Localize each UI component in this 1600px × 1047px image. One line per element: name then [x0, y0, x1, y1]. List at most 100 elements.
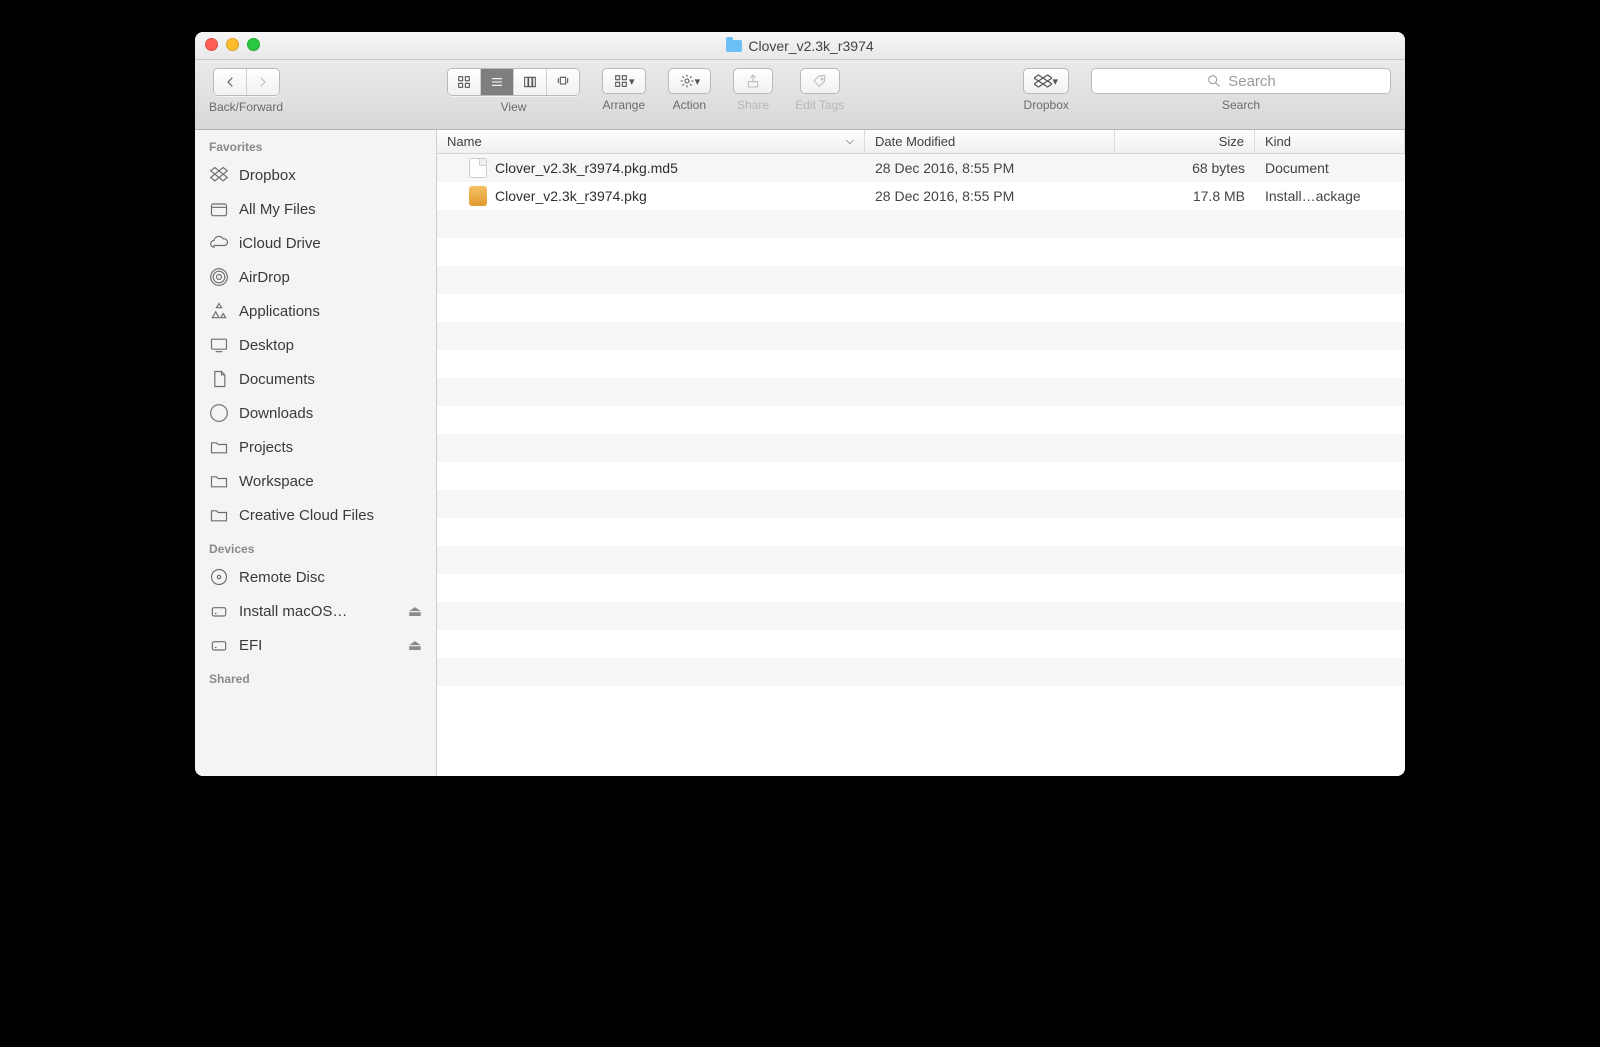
empty-row: [437, 378, 1405, 406]
sidebar-item-label: Workspace: [239, 473, 314, 490]
sidebar-item-all-my-files[interactable]: All My Files: [195, 192, 436, 226]
icloud-icon: [209, 233, 229, 253]
tags-group: Edit Tags: [795, 68, 844, 112]
empty-row: [437, 686, 1405, 714]
search-placeholder: Search: [1228, 73, 1276, 90]
tags-button[interactable]: [800, 68, 840, 94]
empty-row: [437, 630, 1405, 658]
folder-icon: [726, 40, 742, 52]
empty-row: [437, 406, 1405, 434]
sidebar-item-creative-cloud-files[interactable]: Creative Cloud Files: [195, 498, 436, 532]
arrange-group: ▾ Arrange: [602, 68, 646, 112]
sidebar-item-workspace[interactable]: Workspace: [195, 464, 436, 498]
sidebar-item-label: EFI: [239, 637, 262, 654]
empty-row: [437, 658, 1405, 686]
share-label: Share: [737, 98, 769, 112]
empty-row: [437, 546, 1405, 574]
view-icons-button[interactable]: [448, 69, 481, 95]
column-date[interactable]: Date Modified: [865, 130, 1115, 153]
sidebar-item-projects[interactable]: Projects: [195, 430, 436, 464]
drive-icon: [209, 601, 229, 621]
doc-file-icon: [469, 158, 487, 178]
downloads-icon: [209, 403, 229, 423]
window-controls: [205, 38, 260, 51]
empty-row: [437, 350, 1405, 378]
file-date-cell: 28 Dec 2016, 8:55 PM: [865, 160, 1115, 176]
column-name[interactable]: Name ⌵: [437, 130, 865, 153]
empty-row: [437, 210, 1405, 238]
folder-icon: [209, 505, 229, 525]
search-group: Search Search: [1091, 68, 1391, 112]
window-title: Clover_v2.3k_r3974: [726, 38, 873, 54]
view-coverflow-button[interactable]: [547, 69, 579, 95]
titlebar[interactable]: Clover_v2.3k_r3974: [195, 32, 1405, 60]
forward-button[interactable]: [247, 69, 279, 95]
sidebar-item-airdrop[interactable]: AirDrop: [195, 260, 436, 294]
sidebar-item-label: Creative Cloud Files: [239, 507, 374, 524]
chevron-down-icon: ▾: [695, 75, 701, 88]
file-kind-cell: Document: [1255, 160, 1405, 176]
content-area: Favorites Dropbox All My Files iCloud Driv…: [195, 130, 1405, 776]
sidebar-item-label: Desktop: [239, 337, 294, 354]
empty-row: [437, 602, 1405, 630]
file-row[interactable]: Clover_v2.3k_r3974.pkg.md528 Dec 2016, 8…: [437, 154, 1405, 182]
search-icon: [1206, 73, 1222, 89]
empty-row: [437, 294, 1405, 322]
dropbox-icon: [209, 165, 229, 185]
dropbox-label: Dropbox: [1024, 98, 1069, 112]
view-list-button[interactable]: [481, 69, 514, 95]
maximize-button[interactable]: [247, 38, 260, 51]
sidebar-item-documents[interactable]: Documents: [195, 362, 436, 396]
file-kind-cell: Install…ackage: [1255, 188, 1405, 204]
empty-row: [437, 574, 1405, 602]
sidebar-item-label: Applications: [239, 303, 320, 320]
sort-indicator-icon: ⌵: [846, 135, 854, 148]
apps-icon: [209, 301, 229, 321]
chevron-down-icon: ▾: [629, 75, 635, 88]
file-row[interactable]: Clover_v2.3k_r3974.pkg28 Dec 2016, 8:55 …: [437, 182, 1405, 210]
view-group: View: [447, 68, 580, 114]
close-button[interactable]: [205, 38, 218, 51]
sidebar-item-desktop[interactable]: Desktop: [195, 328, 436, 362]
file-size-cell: 68 bytes: [1115, 160, 1255, 176]
sidebar-item-label: All My Files: [239, 201, 316, 218]
empty-row: [437, 322, 1405, 350]
toolbar: Back/Forward View: [195, 60, 1405, 130]
disc-icon: [209, 567, 229, 587]
file-name-cell: Clover_v2.3k_r3974.pkg: [437, 186, 865, 206]
sidebar-item-label: Documents: [239, 371, 315, 388]
sidebar-item-label: AirDrop: [239, 269, 290, 286]
search-input[interactable]: Search: [1091, 68, 1391, 94]
dropbox-button[interactable]: ▾: [1023, 68, 1069, 94]
arrange-button[interactable]: ▾: [602, 68, 646, 94]
sidebar-item-applications[interactable]: Applications: [195, 294, 436, 328]
sidebar-item-downloads[interactable]: Downloads: [195, 396, 436, 430]
sidebar: Favorites Dropbox All My Files iCloud Driv…: [195, 130, 437, 776]
sidebar-item-label: Remote Disc: [239, 569, 325, 586]
sidebar-item-label: iCloud Drive: [239, 235, 321, 252]
sidebar-device-efi[interactable]: EFI ⏏: [195, 628, 436, 662]
column-kind[interactable]: Kind: [1255, 130, 1405, 153]
share-button[interactable]: [733, 68, 773, 94]
minimize-button[interactable]: [226, 38, 239, 51]
column-headers: Name ⌵ Date Modified Size Kind: [437, 130, 1405, 154]
view-columns-button[interactable]: [514, 69, 547, 95]
back-forward-segment: [213, 68, 280, 96]
folder-icon: [209, 471, 229, 491]
sidebar-device-remote-disc[interactable]: Remote Disc: [195, 560, 436, 594]
sidebar-item-dropbox[interactable]: Dropbox: [195, 158, 436, 192]
tags-label: Edit Tags: [795, 98, 844, 112]
dropbox-group: ▾ Dropbox: [1023, 68, 1069, 112]
sidebar-item-label: Dropbox: [239, 167, 296, 184]
empty-row: [437, 518, 1405, 546]
file-rows: Clover_v2.3k_r3974.pkg.md528 Dec 2016, 8…: [437, 154, 1405, 776]
sidebar-item-icloud-drive[interactable]: iCloud Drive: [195, 226, 436, 260]
eject-icon[interactable]: ⏏: [408, 636, 422, 654]
sidebar-favorites-header: Favorites: [195, 130, 436, 158]
back-button[interactable]: [214, 69, 247, 95]
column-size[interactable]: Size: [1115, 130, 1255, 153]
sidebar-device-install-macos-[interactable]: Install macOS…⏏: [195, 594, 436, 628]
action-button[interactable]: ▾: [668, 68, 712, 94]
nav-label: Back/Forward: [209, 100, 283, 114]
eject-icon[interactable]: ⏏: [408, 602, 422, 620]
